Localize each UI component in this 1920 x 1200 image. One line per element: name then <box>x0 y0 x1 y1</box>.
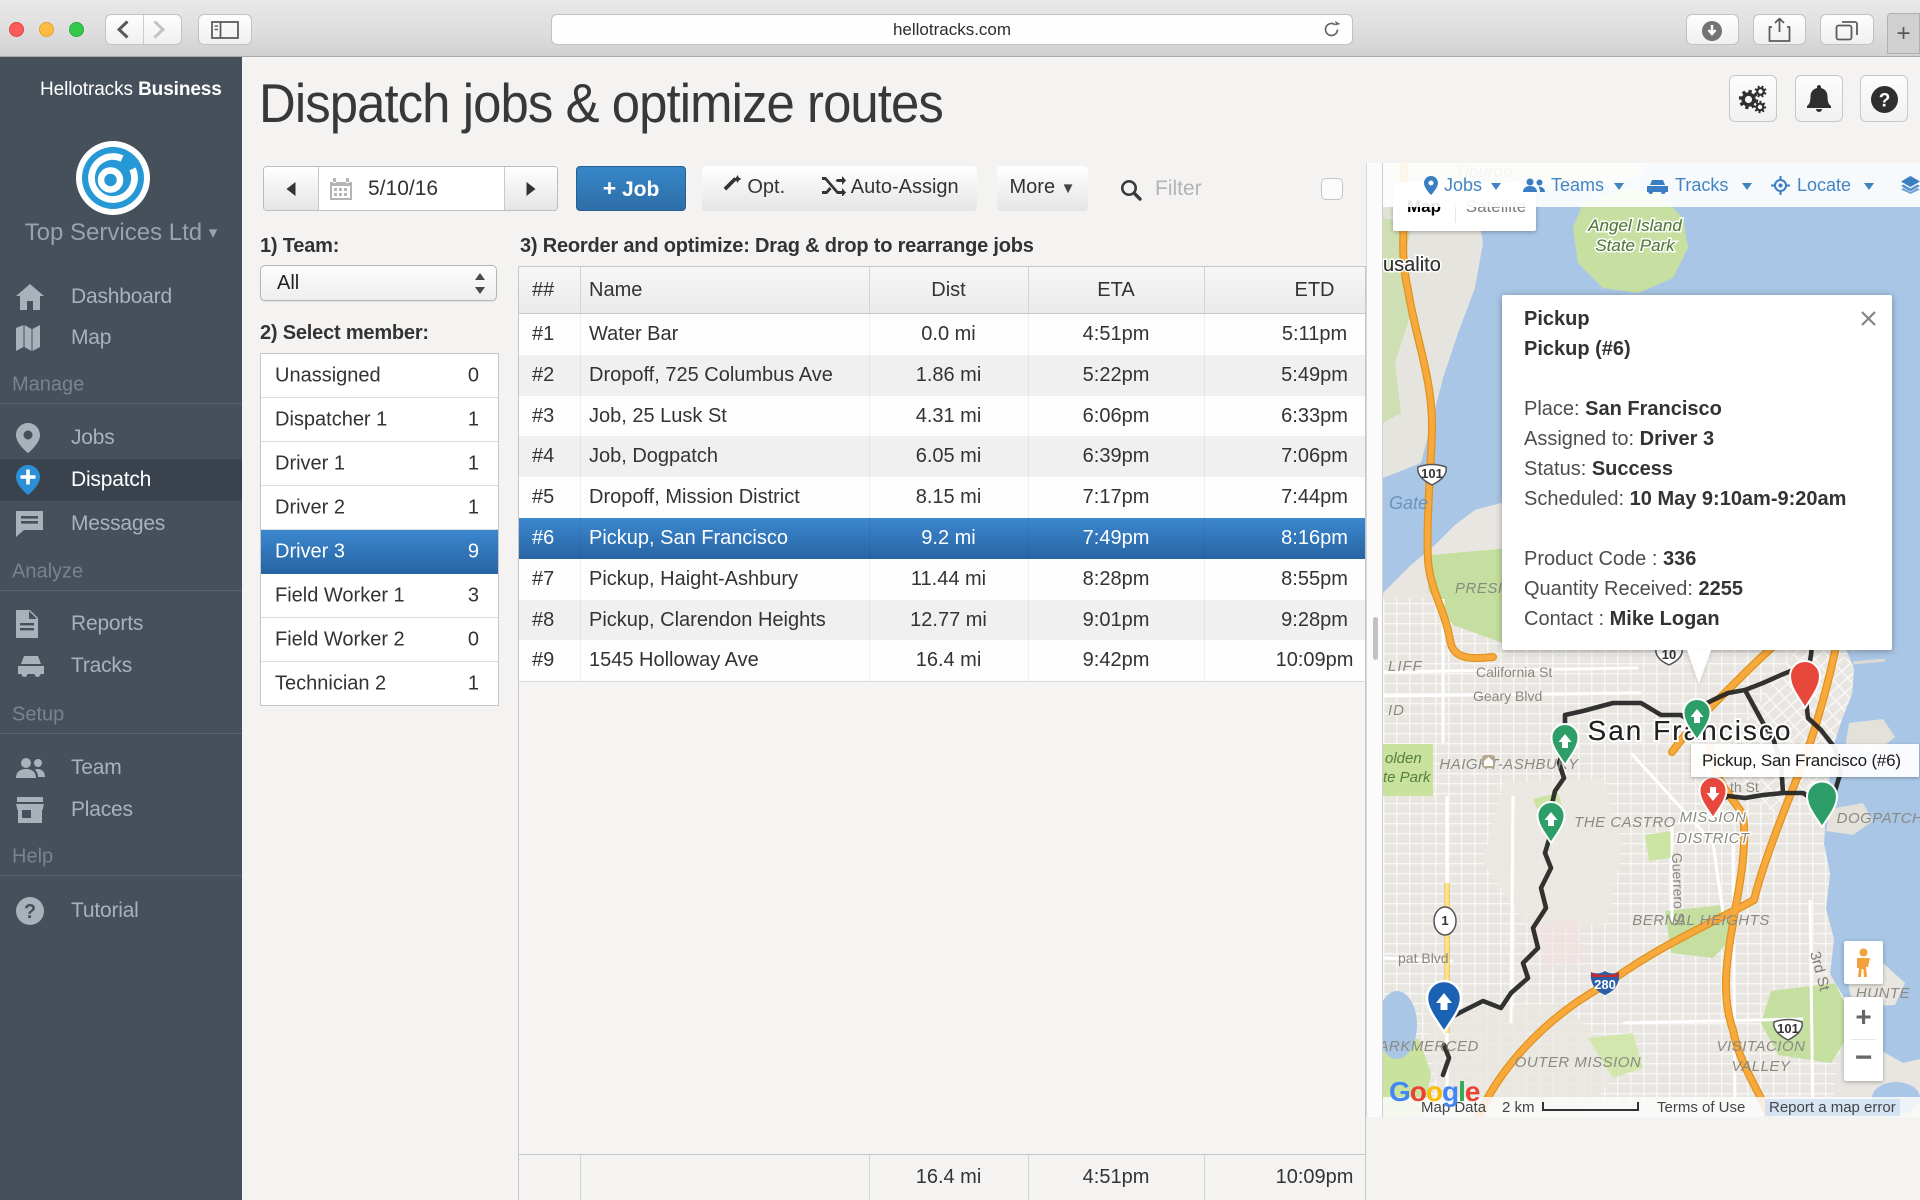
svg-text:?: ? <box>1878 91 1890 112</box>
svg-text:pat Blvd: pat Blvd <box>1398 950 1449 966</box>
svg-text:Angel Island: Angel Island <box>1587 216 1682 235</box>
svg-text:DOGPATCH: DOGPATCH <box>1837 810 1920 827</box>
svg-text:OUTER MISSION: OUTER MISSION <box>1515 1054 1642 1071</box>
svg-text:1: 1 <box>1441 913 1448 928</box>
svg-text:PARKMERCED: PARKMERCED <box>1383 1038 1479 1055</box>
svg-text:olden: olden <box>1385 750 1422 767</box>
svg-text:101: 101 <box>1421 466 1443 481</box>
svg-text:BERNAL HEIGHTS: BERNAL HEIGHTS <box>1632 912 1770 929</box>
svg-text:LIFF: LIFF <box>1388 658 1423 675</box>
svg-text:Geary Blvd: Geary Blvd <box>1473 688 1542 704</box>
svg-text:Gate: Gate <box>1389 493 1428 513</box>
svg-text:?: ? <box>24 901 36 923</box>
svg-text:DISTRICT: DISTRICT <box>1676 830 1751 847</box>
svg-text:th St: th St <box>1730 779 1759 795</box>
svg-text:VALLEY: VALLEY <box>1732 1058 1791 1075</box>
svg-text:280: 280 <box>1594 977 1616 992</box>
svg-text:State Park: State Park <box>1595 236 1676 255</box>
svg-text:te Park: te Park <box>1383 769 1432 786</box>
svg-text:THE CASTRO: THE CASTRO <box>1574 814 1676 831</box>
svg-text:California St: California St <box>1476 664 1552 680</box>
svg-text:VISITACION: VISITACION <box>1717 1038 1806 1055</box>
svg-text:ID: ID <box>1388 702 1405 719</box>
svg-text:usalito: usalito <box>1383 254 1441 276</box>
svg-text:Guerrero St: Guerrero St <box>1669 853 1688 927</box>
svg-text:HAIGHT-ASHBURY: HAIGHT-ASHBURY <box>1439 756 1579 773</box>
svg-text:101: 101 <box>1777 1021 1799 1036</box>
